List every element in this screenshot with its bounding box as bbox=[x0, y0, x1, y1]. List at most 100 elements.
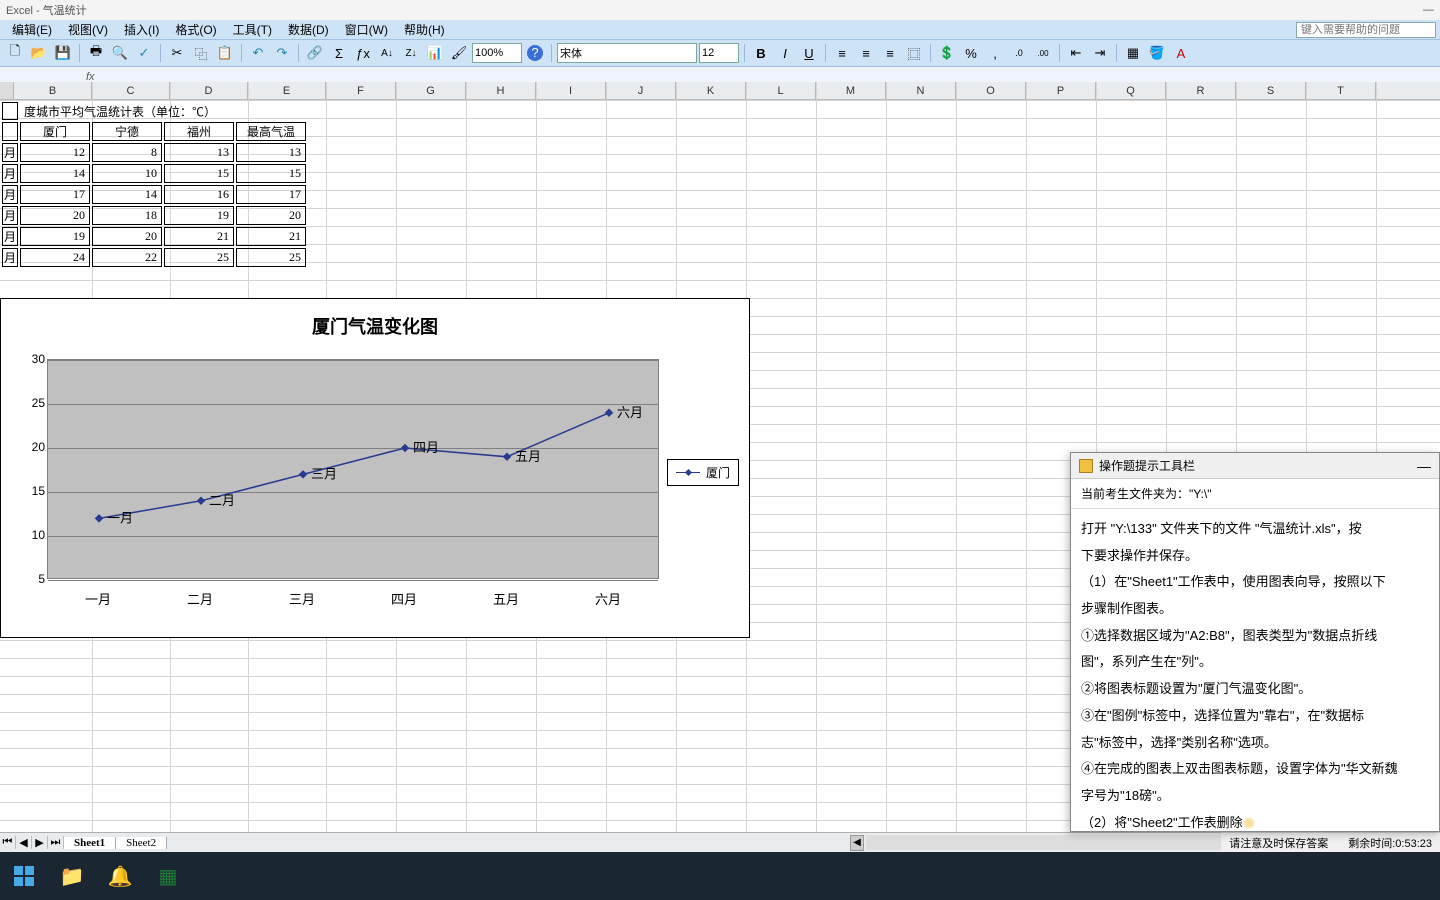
currency-button[interactable] bbox=[936, 42, 958, 64]
menu-help[interactable]: 帮助(H) bbox=[396, 21, 453, 38]
cell[interactable]: 15 bbox=[236, 164, 306, 183]
minimize-button[interactable]: — bbox=[1423, 4, 1434, 16]
panel-path: 当前考生文件夹为："Y:\" bbox=[1071, 479, 1439, 509]
cell[interactable]: 25 bbox=[236, 248, 306, 267]
tab-nav-first[interactable]: ⏮ bbox=[0, 836, 16, 849]
tab-nav-prev[interactable]: ◀ bbox=[16, 836, 32, 849]
taskbar-exam-icon[interactable]: 🔔 bbox=[96, 852, 144, 900]
sort-desc-button[interactable] bbox=[400, 42, 422, 64]
fontsize-combo[interactable] bbox=[699, 43, 739, 63]
decrease-indent-button[interactable] bbox=[1065, 42, 1087, 64]
hyperlink-button[interactable] bbox=[304, 42, 326, 64]
cut-button[interactable] bbox=[166, 42, 188, 64]
sort-asc-button[interactable] bbox=[376, 42, 398, 64]
cell[interactable]: 20 bbox=[92, 227, 162, 246]
percent-button[interactable] bbox=[960, 42, 982, 64]
cell[interactable]: 19 bbox=[164, 206, 234, 225]
panel-titlebar[interactable]: 操作题提示工具栏 — bbox=[1071, 453, 1439, 479]
menu-tools[interactable]: 工具(T) bbox=[225, 21, 280, 38]
menu-window[interactable]: 窗口(W) bbox=[337, 21, 396, 38]
help-search-input[interactable] bbox=[1296, 22, 1436, 38]
bold-button[interactable]: B bbox=[750, 42, 772, 64]
new-button[interactable] bbox=[4, 42, 26, 64]
cell[interactable]: 20 bbox=[20, 206, 90, 225]
cell[interactable]: 12 bbox=[20, 143, 90, 162]
fx-label[interactable]: fx bbox=[80, 71, 101, 83]
align-left-button[interactable] bbox=[831, 42, 853, 64]
print-button[interactable] bbox=[85, 42, 107, 64]
cell[interactable]: 14 bbox=[92, 185, 162, 204]
cell[interactable]: 19 bbox=[20, 227, 90, 246]
increase-indent-button[interactable] bbox=[1089, 42, 1111, 64]
chart-wizard-button[interactable] bbox=[424, 42, 446, 64]
cell[interactable]: 14 bbox=[20, 164, 90, 183]
open-button[interactable] bbox=[28, 42, 50, 64]
zoom-combo[interactable] bbox=[472, 43, 522, 63]
cell[interactable]: 13 bbox=[236, 143, 306, 162]
cell[interactable]: 24 bbox=[20, 248, 90, 267]
merge-center-button[interactable] bbox=[903, 42, 925, 64]
function-button[interactable]: ƒx bbox=[352, 42, 374, 64]
menu-data[interactable]: 数据(D) bbox=[280, 21, 337, 38]
table-row: 月20181920 bbox=[2, 206, 306, 225]
instruction-line: （1）在"Sheet1"工作表中，使用图表向导，按照以下 bbox=[1081, 570, 1429, 595]
paste-button[interactable] bbox=[214, 42, 236, 64]
align-right-button[interactable] bbox=[879, 42, 901, 64]
start-button[interactable] bbox=[0, 852, 48, 900]
drawing-button[interactable]: 🖌 bbox=[448, 42, 470, 64]
cell[interactable]: 8 bbox=[92, 143, 162, 162]
table-row: 月14101515 bbox=[2, 164, 306, 183]
borders-button[interactable] bbox=[1122, 42, 1144, 64]
embedded-chart[interactable]: 厦门气温变化图 51015202530 一月二月三月四月五月六月 一月二月三月四… bbox=[0, 298, 750, 638]
save-button[interactable] bbox=[52, 42, 74, 64]
menu-format[interactable]: 格式(O) bbox=[167, 21, 224, 38]
cell[interactable]: 15 bbox=[164, 164, 234, 183]
underline-button[interactable]: U bbox=[798, 42, 820, 64]
cell[interactable]: 13 bbox=[164, 143, 234, 162]
tab-nav-next[interactable]: ▶ bbox=[32, 836, 48, 849]
panel-minimize-button[interactable]: — bbox=[1417, 458, 1431, 474]
menu-insert[interactable]: 插入(I) bbox=[116, 21, 167, 38]
taskbar-excel-icon[interactable]: ▦ bbox=[144, 852, 192, 900]
panel-content[interactable]: 打开 "Y:\133" 文件夹下的文件 "气温统计.xls"，按下要求操作并保存… bbox=[1071, 509, 1439, 831]
svg-text:四月: 四月 bbox=[413, 440, 439, 455]
decrease-decimal-button[interactable] bbox=[1032, 42, 1054, 64]
table-header-row: 厦门 宁德 福州 最高气温 bbox=[2, 122, 306, 141]
menu-edit[interactable]: 编辑(E) bbox=[4, 21, 60, 38]
cell[interactable]: 21 bbox=[236, 227, 306, 246]
tab-nav-last[interactable]: ⏭ bbox=[48, 836, 64, 849]
autosum-button[interactable] bbox=[328, 42, 350, 64]
cell[interactable]: 20 bbox=[236, 206, 306, 225]
help-button[interactable] bbox=[524, 42, 546, 64]
comma-button[interactable] bbox=[984, 42, 1006, 64]
redo-button[interactable] bbox=[271, 42, 293, 64]
cell[interactable]: 17 bbox=[20, 185, 90, 204]
cell[interactable]: 17 bbox=[236, 185, 306, 204]
chart-legend[interactable]: 厦门 bbox=[667, 459, 739, 486]
menu-view[interactable]: 视图(V) bbox=[60, 21, 116, 38]
increase-decimal-button[interactable] bbox=[1008, 42, 1030, 64]
print-preview-button[interactable] bbox=[109, 42, 131, 64]
spellcheck-button[interactable] bbox=[133, 42, 155, 64]
font-combo[interactable] bbox=[557, 43, 697, 63]
chart-title[interactable]: 厦门气温变化图 bbox=[1, 299, 749, 347]
sheet-tab-1[interactable]: Sheet1 bbox=[64, 837, 116, 849]
italic-button[interactable]: I bbox=[774, 42, 796, 64]
scroll-left-button[interactable]: ◀ bbox=[850, 835, 864, 851]
taskbar-explorer-icon[interactable]: 📁 bbox=[48, 852, 96, 900]
instruction-line: ①选择数据区域为"A2:B8"，图表类型为"数据点折线 bbox=[1081, 624, 1429, 649]
align-center-button[interactable] bbox=[855, 42, 877, 64]
cell[interactable]: 21 bbox=[164, 227, 234, 246]
fill-color-button[interactable] bbox=[1146, 42, 1168, 64]
font-color-button[interactable] bbox=[1170, 42, 1192, 64]
sheet-tab-2[interactable]: Sheet2 bbox=[116, 837, 167, 849]
legend-marker-icon bbox=[676, 472, 700, 473]
copy-button[interactable] bbox=[190, 42, 212, 64]
cell[interactable]: 10 bbox=[92, 164, 162, 183]
undo-button[interactable] bbox=[247, 42, 269, 64]
chart-plot-area: 一月二月三月四月五月六月 bbox=[47, 359, 659, 579]
cell[interactable]: 16 bbox=[164, 185, 234, 204]
cell[interactable]: 25 bbox=[164, 248, 234, 267]
cell[interactable]: 22 bbox=[92, 248, 162, 267]
cell[interactable]: 18 bbox=[92, 206, 162, 225]
